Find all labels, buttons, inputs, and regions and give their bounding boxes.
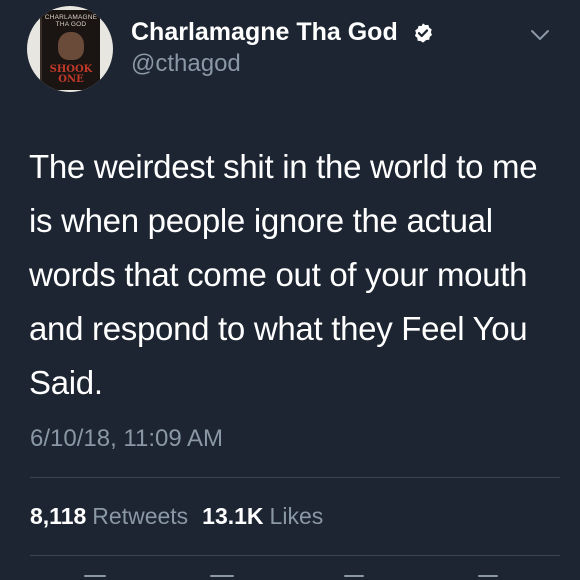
divider-bottom [30,555,560,556]
tweet-card: CHARLAMAGNE THA GOD SHOOK ONE Charlamagn… [0,0,580,580]
author-display-name[interactable]: Charlamagne Tha God [131,16,398,48]
book-cover-image: CHARLAMAGNE THA GOD SHOOK ONE [40,10,100,90]
book-cover-portrait [58,32,84,60]
tweet-timestamp[interactable]: 6/10/18, 11:09 AM [30,424,223,454]
verified-badge-icon [414,23,432,43]
reply-icon [84,575,106,577]
author-handle[interactable]: @cthagod [131,49,241,79]
book-title-text: SHOOK ONE [49,64,93,85]
likes-label: Likes [269,503,324,529]
retweets-count: 8,118 [30,503,87,529]
avatar[interactable]: CHARLAMAGNE THA GOD SHOOK ONE [27,6,113,92]
divider-top [30,477,560,478]
action-bar-partial [84,575,498,577]
engagement-stats: 8,118 Retweets 13.1K Likes [30,501,337,531]
book-author-text: CHARLAMAGNE THA GOD [44,14,98,28]
retweets-stat[interactable]: 8,118 Retweets [30,503,202,529]
share-icon [478,575,498,577]
chevron-down-icon[interactable] [529,28,551,42]
likes-count: 13.1K [202,503,264,529]
tweet-text: The weirdest shit in the world to me is … [29,148,538,401]
retweets-label: Retweets [92,503,189,529]
like-icon [344,575,364,577]
retweet-icon [210,575,234,577]
likes-stat[interactable]: 13.1K Likes [202,503,337,529]
